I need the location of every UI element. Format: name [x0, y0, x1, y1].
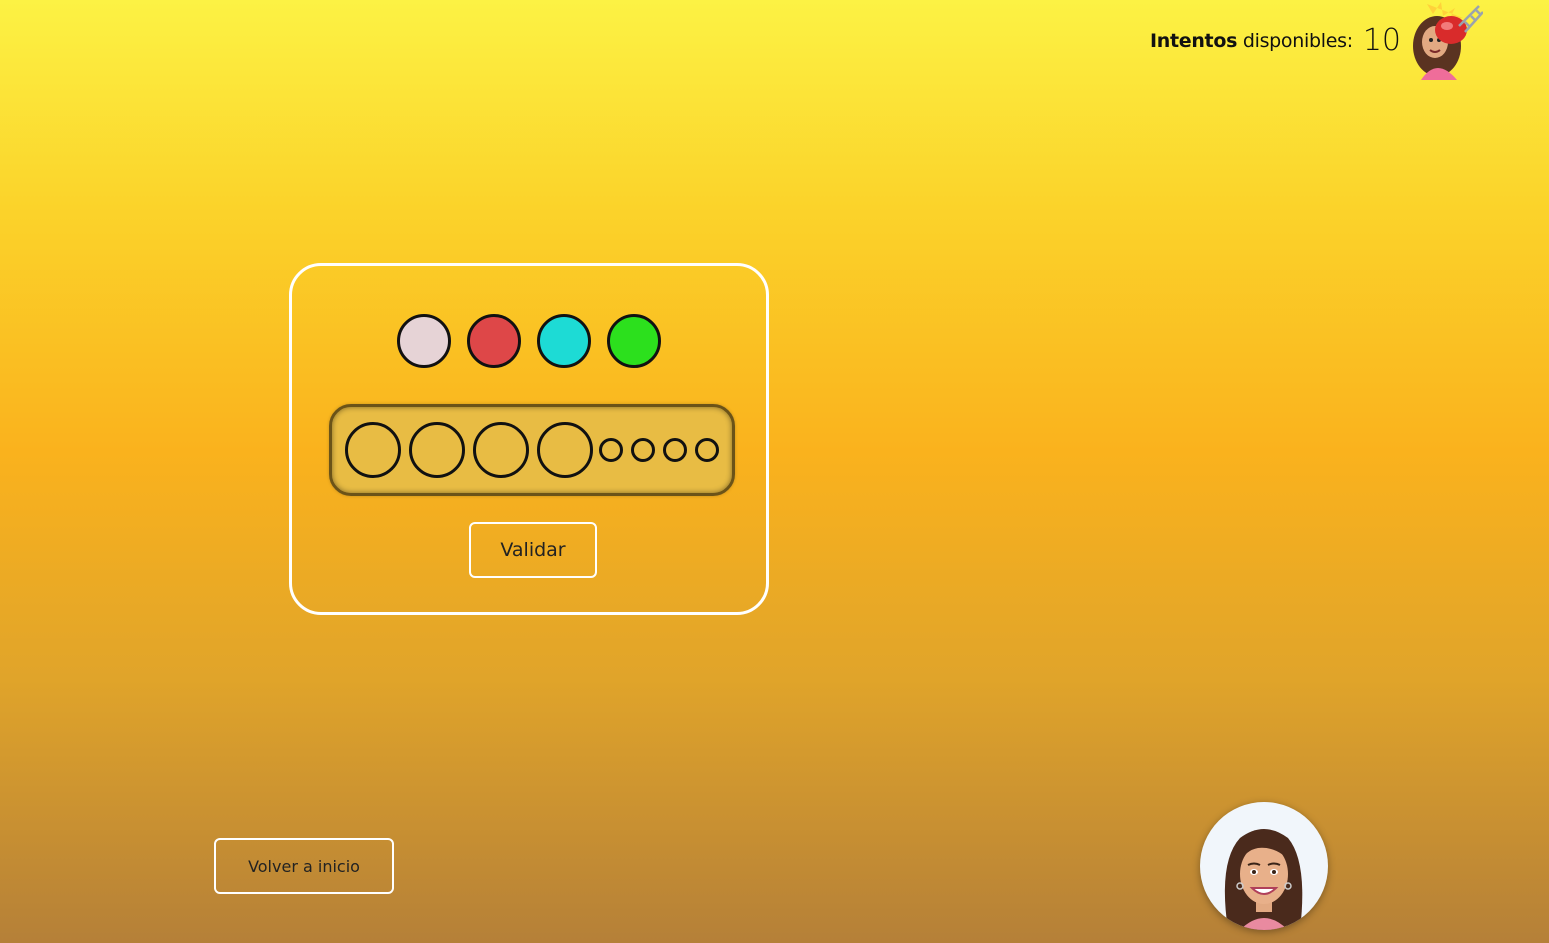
- hint-peg: [663, 438, 687, 462]
- color-peg-pink[interactable]: [397, 314, 451, 368]
- attempts-count: 10: [1362, 22, 1401, 58]
- color-peg-green[interactable]: [607, 314, 661, 368]
- guess-board: [329, 404, 735, 496]
- hint-peg: [599, 438, 623, 462]
- guess-slot[interactable]: [537, 422, 593, 478]
- attempts-counter: Intentos disponibles: 10: [1150, 0, 1484, 80]
- back-to-home-button[interactable]: Volver a inicio: [214, 838, 394, 894]
- hint-peg: [631, 438, 655, 462]
- attempts-label-bold: Intentos: [1149, 30, 1238, 52]
- hint-pegs: [599, 438, 727, 462]
- assistant-avatar-icon[interactable]: [1200, 802, 1328, 930]
- color-peg-red[interactable]: [467, 314, 521, 368]
- color-peg-cyan[interactable]: [537, 314, 591, 368]
- attempts-label-rest: disponibles:: [1237, 30, 1353, 52]
- guess-slot[interactable]: [473, 422, 529, 478]
- hint-peg: [695, 438, 719, 462]
- color-palette: [292, 314, 766, 368]
- guess-slot[interactable]: [345, 422, 401, 478]
- validate-button[interactable]: Validar: [469, 522, 597, 578]
- boxing-avatar-icon: [1407, 0, 1484, 80]
- attempts-label: Intentos disponibles:: [1150, 30, 1353, 52]
- guess-slot[interactable]: [409, 422, 465, 478]
- game-card: Validar: [289, 263, 769, 615]
